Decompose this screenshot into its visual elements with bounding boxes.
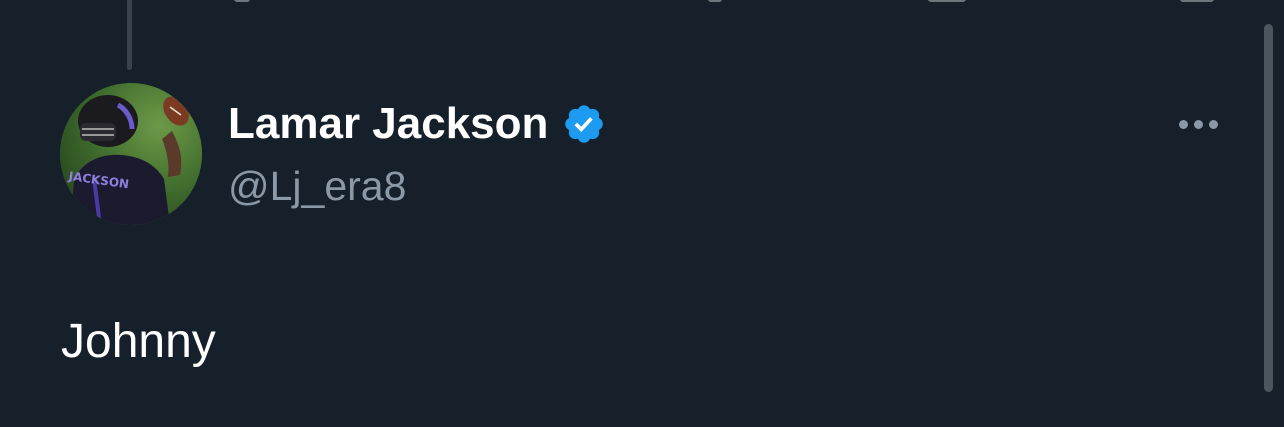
- author-name[interactable]: Lamar Jackson: [228, 96, 548, 152]
- more-options-icon: [1178, 119, 1188, 129]
- more-options-button[interactable]: [1168, 106, 1228, 142]
- tweet-text: Johnny: [61, 315, 216, 368]
- author-name-row[interactable]: Lamar Jackson: [228, 96, 606, 152]
- previous-tweet-action-bar: [0, 0, 1284, 6]
- reply-icon-remnant[interactable]: [234, 0, 250, 2]
- more-options-icon-dot: [1208, 119, 1218, 129]
- analytics-icon-remnant[interactable]: [928, 0, 966, 2]
- scrollbar[interactable]: [1264, 24, 1273, 392]
- verified-badge-icon: [565, 105, 604, 143]
- author-handle[interactable]: @Lj_era8: [228, 160, 406, 212]
- avatar-photo: JACKSON: [60, 83, 202, 225]
- retweet-icon-remnant[interactable]: [708, 0, 722, 2]
- more-options-icon-dot: [1193, 119, 1203, 129]
- avatar[interactable]: JACKSON: [60, 83, 202, 225]
- bookmark-icon-remnant[interactable]: [1180, 0, 1214, 2]
- thread-connector-line: [127, 0, 132, 70]
